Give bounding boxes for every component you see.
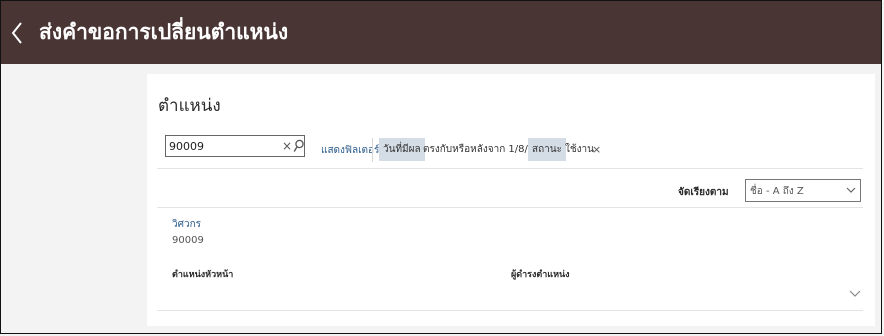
effective-date-chip-label[interactable]: วันที่มีผล (379, 138, 425, 161)
chevron-down-icon[interactable] (849, 289, 861, 299)
show-filters-link[interactable]: แสดงฟิลเตอร์ (321, 143, 379, 158)
status-chip-value[interactable]: ใช้งาน (565, 138, 594, 161)
result-code: 90009 (172, 235, 204, 246)
positions-panel: ตำแหน่ง × แสดงฟิลเตอร์ วันที่มีผล ตรงกับ… (147, 74, 875, 326)
manager-position-label: ตำแหน่งหัวหน้า (172, 270, 234, 280)
divider (157, 310, 863, 311)
search-input[interactable] (169, 138, 277, 154)
search-box: × (165, 135, 305, 157)
search-icon[interactable] (293, 139, 305, 153)
chevron-down-icon (846, 187, 856, 193)
sort-value: ชื่อ - A ถึง Z (750, 186, 804, 197)
result-title-link[interactable]: วิศวกร (172, 217, 201, 232)
status-chip-label[interactable]: สถานะ (528, 138, 566, 161)
incumbent-label: ผู้ดำรงตำแหน่ง (511, 270, 570, 280)
sort-dropdown[interactable]: ชื่อ - A ถึง Z (745, 179, 861, 202)
page-title: ส่งคำขอการเปลี่ยนตำแหน่ง (39, 20, 289, 44)
chevron-left-icon (11, 22, 22, 44)
page-header: ส่งคำขอการเปลี่ยนตำแหน่ง (1, 1, 881, 64)
sort-label: จัดเรียงตาม (678, 187, 729, 198)
back-button[interactable] (7, 19, 27, 47)
clear-search-button[interactable]: × (282, 138, 292, 154)
divider (157, 168, 863, 169)
app-frame: ส่งคำขอการเปลี่ยนตำแหน่ง ตำแหน่ง × แสดงฟ… (0, 0, 882, 334)
filter-divider (372, 138, 373, 162)
section-title: ตำแหน่ง (158, 96, 221, 116)
remove-status-filter-button[interactable]: × (592, 143, 601, 157)
divider (157, 207, 863, 208)
